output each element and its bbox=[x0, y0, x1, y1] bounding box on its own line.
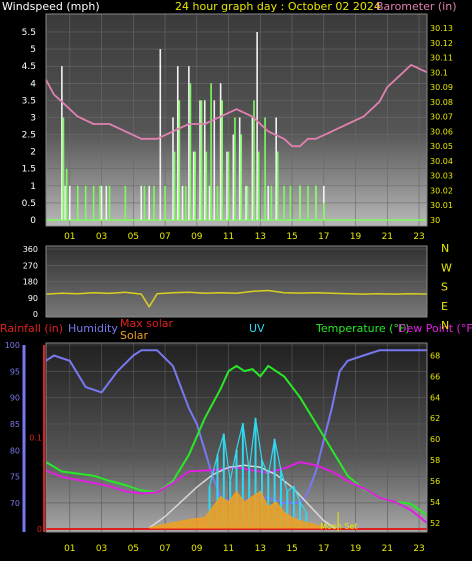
humidity-tick-label: 80 bbox=[10, 446, 20, 455]
weather-graph: Windspeed (mph) 24 hour graph day : Octo… bbox=[0, 0, 472, 561]
direction-tick-label: 0 bbox=[33, 310, 38, 319]
weather-hour-label: 05 bbox=[128, 544, 139, 554]
wind-tick-label: 2 bbox=[30, 148, 36, 158]
humidity-tick-label: 100 bbox=[5, 341, 20, 350]
wind-tick-label: 0 bbox=[30, 216, 36, 226]
weather-hour-label: 11 bbox=[223, 544, 234, 554]
barometer-tick-label: 30.13 bbox=[430, 24, 453, 33]
compass-label: N bbox=[441, 319, 449, 332]
weather-hour-label: 07 bbox=[159, 544, 170, 554]
wind-hour-label: 13 bbox=[255, 232, 266, 242]
wind-hour-label: 05 bbox=[128, 232, 139, 242]
temperature-tick-label: 58 bbox=[430, 456, 440, 465]
barometer-tick-label: 30.12 bbox=[430, 39, 453, 48]
wind-hour-label: 01 bbox=[64, 232, 75, 242]
barometer-tick-label: 30.11 bbox=[430, 54, 453, 63]
wind-hour-label: 23 bbox=[413, 232, 424, 242]
wind-tick-label: 3.5 bbox=[22, 96, 36, 106]
temperature-tick-label: 54 bbox=[430, 498, 440, 507]
rain-tick-label: 0.1 bbox=[29, 434, 42, 443]
compass-label: N bbox=[441, 242, 449, 255]
wind-tick-label: 1 bbox=[30, 182, 36, 192]
temperature-tick-label: 56 bbox=[430, 477, 440, 486]
direction-tick-label: 270 bbox=[23, 261, 38, 270]
barometer-tick-label: 30.09 bbox=[430, 83, 453, 92]
wind-tick-label: 5.5 bbox=[22, 28, 36, 38]
wind-tick-label: 4.5 bbox=[22, 62, 36, 72]
weather-hour-label: 21 bbox=[382, 544, 393, 554]
temperature-tick-label: 68 bbox=[430, 351, 440, 360]
barometer-tick-label: 30.06 bbox=[430, 127, 453, 136]
barometer-tick-label: 30.02 bbox=[430, 186, 453, 195]
wind-hour-label: 17 bbox=[318, 232, 329, 242]
wind-tick-label: 3 bbox=[30, 113, 36, 123]
wind-hour-label: 15 bbox=[286, 232, 297, 242]
temperature-tick-label: 64 bbox=[430, 393, 440, 402]
wind-tick-label: 1.5 bbox=[22, 165, 36, 175]
chart-canvas: 0 0.5 1 1.5 2 2.5 3 3.5 4 4.5 5 5.5 30 30.01 30.02 30.0… bbox=[5, 13, 453, 554]
barometer-tick-label: 30.1 bbox=[430, 68, 448, 77]
weather-hour-label: 03 bbox=[96, 544, 107, 554]
wind-hour-label: 21 bbox=[382, 232, 393, 242]
wind-tick-label: 4 bbox=[30, 79, 36, 89]
temperature-tick-label: 62 bbox=[430, 414, 440, 423]
barometer-tick-label: 30.01 bbox=[430, 201, 453, 210]
wind-hour-label: 07 bbox=[159, 232, 170, 242]
direction-tick-label: 360 bbox=[23, 245, 38, 254]
temperature-tick-label: 60 bbox=[430, 435, 440, 444]
humidity-tick-label: 95 bbox=[10, 367, 20, 376]
barometer-tick-label: 30.07 bbox=[430, 113, 453, 122]
compass-label: E bbox=[441, 300, 448, 313]
wind-hour-label: 09 bbox=[191, 232, 203, 242]
compass-label: W bbox=[441, 261, 452, 274]
weather-hour-label: 01 bbox=[64, 544, 75, 554]
wind-tick-label: 0.5 bbox=[22, 199, 36, 209]
wind-tick-label: 2.5 bbox=[22, 131, 36, 141]
humidity-tick-label: 90 bbox=[10, 394, 20, 403]
wind-panel-bg bbox=[46, 14, 427, 226]
barometer-tick-label: 30 bbox=[430, 216, 440, 225]
humidity-tick-label: 75 bbox=[10, 473, 20, 482]
weather-hour-label: 13 bbox=[255, 544, 266, 554]
wind-hour-label: 11 bbox=[223, 232, 234, 242]
weather-hour-label: 19 bbox=[350, 544, 362, 554]
weather-hour-label: 09 bbox=[191, 544, 203, 554]
moon-set-label: Moon Set bbox=[320, 522, 357, 531]
temperature-tick-label: 66 bbox=[430, 372, 440, 381]
temperature-tick-label: 52 bbox=[430, 519, 440, 528]
direction-tick-label: 180 bbox=[23, 278, 38, 287]
direction-tick-label: 90 bbox=[28, 294, 38, 303]
humidity-tick-label: 70 bbox=[10, 499, 20, 508]
wind-hour-label: 03 bbox=[96, 232, 107, 242]
rain-tick-label: 0 bbox=[37, 525, 42, 534]
compass-label: S bbox=[441, 281, 448, 294]
humidity-tick-label: 85 bbox=[10, 420, 20, 429]
barometer-tick-label: 30.04 bbox=[430, 157, 453, 166]
wind-tick-label: 5 bbox=[30, 45, 36, 55]
barometer-tick-label: 30.03 bbox=[430, 172, 453, 181]
weather-hour-label: 15 bbox=[286, 544, 297, 554]
weather-hour-label: 23 bbox=[413, 544, 424, 554]
wind-hour-label: 19 bbox=[350, 232, 362, 242]
barometer-tick-label: 30.05 bbox=[430, 142, 453, 151]
barometer-tick-label: 30.08 bbox=[430, 98, 453, 107]
weather-hour-label: 17 bbox=[318, 544, 329, 554]
